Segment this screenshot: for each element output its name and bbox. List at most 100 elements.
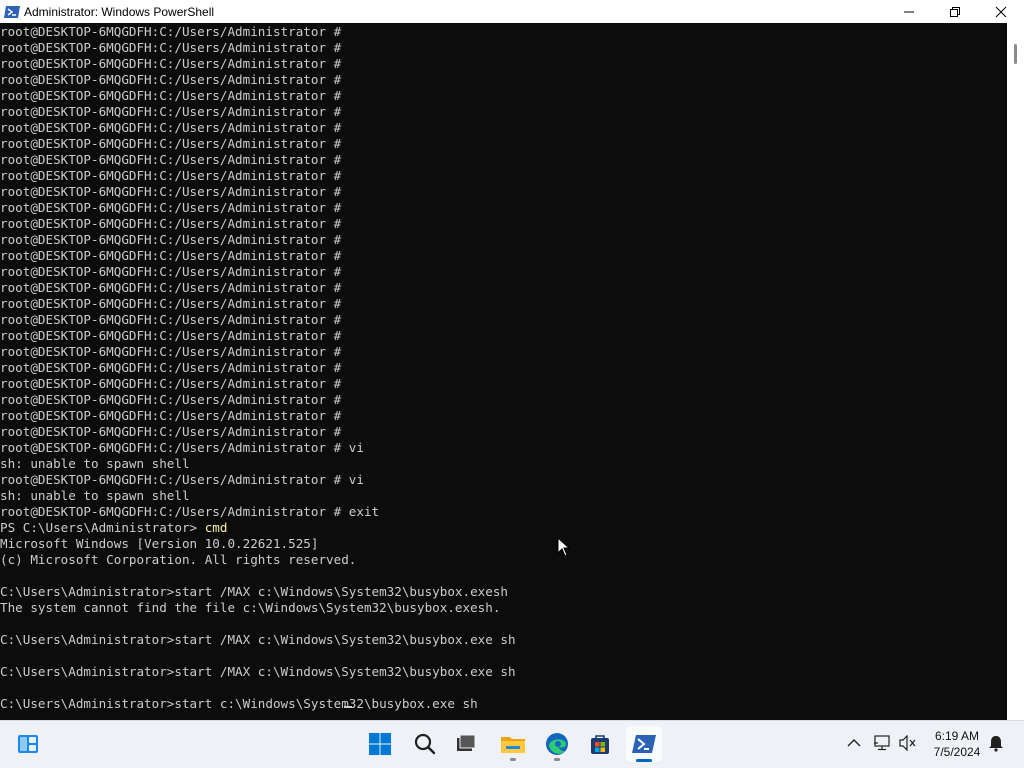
console-line: root@DESKTOP-6MQGDFH:C:/Users/Administra… <box>0 232 516 248</box>
taskbar: 6:19 AM 7/5/2024 <box>0 720 1024 768</box>
console-line-text: root@DESKTOP-6MQGDFH:C:/Users/Administra… <box>0 200 342 215</box>
console-line: root@DESKTOP-6MQGDFH:C:/Users/Administra… <box>0 408 516 424</box>
console-command-text: cmd <box>204 520 228 535</box>
console-line-text: root@DESKTOP-6MQGDFH:C:/Users/Administra… <box>0 280 342 295</box>
console-line: C:\Users\Administrator>start c:\Windows\… <box>0 696 516 712</box>
volume-button[interactable] <box>898 733 918 753</box>
console-line-text: root@DESKTOP-6MQGDFH:C:/Users/Administra… <box>0 56 342 71</box>
console-line-text: root@DESKTOP-6MQGDFH:C:/Users/Administra… <box>0 440 364 455</box>
console-line: C:\Users\Administrator>start /MAX c:\Win… <box>0 584 516 600</box>
console-area[interactable]: root@DESKTOP-6MQGDFH:C:/Users/Administra… <box>0 23 1007 720</box>
console-line-text: root@DESKTOP-6MQGDFH:C:/Users/Administra… <box>0 360 342 375</box>
restore-icon <box>950 6 960 17</box>
file-explorer-button[interactable] <box>495 726 531 762</box>
console-line: root@DESKTOP-6MQGDFH:C:/Users/Administra… <box>0 40 516 56</box>
clock-date: 7/5/2024 <box>933 745 981 759</box>
console-line: root@DESKTOP-6MQGDFH:C:/Users/Administra… <box>0 216 516 232</box>
console-line: root@DESKTOP-6MQGDFH:C:/Users/Administra… <box>0 328 516 344</box>
console-line-text: sh: unable to spawn shell <box>0 456 190 471</box>
console-line: root@DESKTOP-6MQGDFH:C:/Users/Administra… <box>0 248 516 264</box>
console-line-text: root@DESKTOP-6MQGDFH:C:/Users/Administra… <box>0 344 342 359</box>
search-button[interactable] <box>407 726 443 762</box>
network-icon <box>874 735 890 751</box>
console-line: root@DESKTOP-6MQGDFH:C:/Users/Administra… <box>0 184 516 200</box>
title-bar[interactable]: Administrator: Windows PowerShell <box>0 0 1024 23</box>
start-button[interactable] <box>362 726 398 762</box>
console-line-text: (c) Microsoft Corporation. All rights re… <box>0 552 357 567</box>
console-line: (c) Microsoft Corporation. All rights re… <box>0 552 516 568</box>
powershell-taskbar-button[interactable] <box>626 726 662 762</box>
widgets-icon <box>18 735 38 753</box>
console-line-text: root@DESKTOP-6MQGDFH:C:/Users/Administra… <box>0 392 342 407</box>
console-line-text: root@DESKTOP-6MQGDFH:C:/Users/Administra… <box>0 40 342 55</box>
task-view-button[interactable] <box>448 726 484 762</box>
console-line-text: root@DESKTOP-6MQGDFH:C:/Users/Administra… <box>0 264 342 279</box>
console-line: Microsoft Windows [Version 10.0.22621.52… <box>0 536 516 552</box>
console-line: root@DESKTOP-6MQGDFH:C:/Users/Administra… <box>0 312 516 328</box>
console-line-text: root@DESKTOP-6MQGDFH:C:/Users/Administra… <box>0 504 380 519</box>
console-line-text: root@DESKTOP-6MQGDFH:C:/Users/Administra… <box>0 216 342 231</box>
console-line: root@DESKTOP-6MQGDFH:C:/Users/Administra… <box>0 152 516 168</box>
console-line-text: PS C:\Users\Administrator> <box>0 520 205 535</box>
vertical-scrollbar[interactable] <box>1007 23 1024 720</box>
console-line-text: root@DESKTOP-6MQGDFH:C:/Users/Administra… <box>0 312 342 327</box>
console-line: root@DESKTOP-6MQGDFH:C:/Users/Administra… <box>0 440 516 456</box>
console-line: root@DESKTOP-6MQGDFH:C:/Users/Administra… <box>0 72 516 88</box>
restore-button[interactable] <box>932 0 978 23</box>
console-line: root@DESKTOP-6MQGDFH:C:/Users/Administra… <box>0 24 516 40</box>
show-hidden-icons-button[interactable] <box>844 733 864 753</box>
console-line: sh: unable to spawn shell <box>0 488 516 504</box>
clock[interactable]: 6:19 AM 7/5/2024 <box>922 728 992 760</box>
console-line: C:\Users\Administrator>start /MAX c:\Win… <box>0 664 516 680</box>
powershell-icon <box>632 735 656 753</box>
powershell-app-icon <box>4 4 20 20</box>
console-line-text: The system cannot find the file c:\Windo… <box>0 600 501 615</box>
edge-icon <box>546 733 568 755</box>
edge-button[interactable] <box>539 726 575 762</box>
console-line: root@DESKTOP-6MQGDFH:C:/Users/Administra… <box>0 120 516 136</box>
console-line-text: root@DESKTOP-6MQGDFH:C:/Users/Administra… <box>0 376 342 391</box>
console-line: root@DESKTOP-6MQGDFH:C:/Users/Administra… <box>0 104 516 120</box>
console-line-text: C:\Users\Administrator>start c:\Windows\… <box>0 696 478 711</box>
start-icon <box>369 733 391 755</box>
console-line-text: C:\Users\Administrator>start /MAX c:\Win… <box>0 584 508 599</box>
text-cursor <box>344 706 352 708</box>
volume-muted-icon <box>899 735 916 751</box>
console-line-text: root@DESKTOP-6MQGDFH:C:/Users/Administra… <box>0 232 342 247</box>
console-line: root@DESKTOP-6MQGDFH:C:/Users/Administra… <box>0 56 516 72</box>
console-line-text: root@DESKTOP-6MQGDFH:C:/Users/Administra… <box>0 24 342 39</box>
console-line-text: root@DESKTOP-6MQGDFH:C:/Users/Administra… <box>0 168 342 183</box>
task-view-icon <box>457 734 476 751</box>
running-indicator <box>554 758 560 761</box>
console-line-text: root@DESKTOP-6MQGDFH:C:/Users/Administra… <box>0 136 342 151</box>
console-line: root@DESKTOP-6MQGDFH:C:/Users/Administra… <box>0 136 516 152</box>
console-line-text: root@DESKTOP-6MQGDFH:C:/Users/Administra… <box>0 152 342 167</box>
console-line-text: root@DESKTOP-6MQGDFH:C:/Users/Administra… <box>0 296 342 311</box>
notifications-button[interactable] <box>986 733 1006 753</box>
console-line-text: root@DESKTOP-6MQGDFH:C:/Users/Administra… <box>0 424 342 439</box>
console-line: root@DESKTOP-6MQGDFH:C:/Users/Administra… <box>0 264 516 280</box>
console-line: The system cannot find the file c:\Windo… <box>0 600 516 616</box>
console-output: root@DESKTOP-6MQGDFH:C:/Users/Administra… <box>0 24 516 712</box>
console-line-text: Microsoft Windows [Version 10.0.22621.52… <box>0 536 319 551</box>
minimize-icon <box>904 11 914 12</box>
active-indicator <box>636 759 652 762</box>
network-button[interactable] <box>872 733 892 753</box>
console-line-text: C:\Users\Administrator>start /MAX c:\Win… <box>0 664 516 679</box>
console-line-text: root@DESKTOP-6MQGDFH:C:/Users/Administra… <box>0 184 342 199</box>
console-line-text: root@DESKTOP-6MQGDFH:C:/Users/Administra… <box>0 248 342 263</box>
console-line: root@DESKTOP-6MQGDFH:C:/Users/Administra… <box>0 280 516 296</box>
minimize-button[interactable] <box>886 0 932 23</box>
notification-bell-icon <box>989 736 1004 752</box>
store-button[interactable] <box>582 726 618 762</box>
console-line-text: root@DESKTOP-6MQGDFH:C:/Users/Administra… <box>0 120 342 135</box>
console-line-text: root@DESKTOP-6MQGDFH:C:/Users/Administra… <box>0 408 342 423</box>
scrollbar-thumb[interactable] <box>1014 44 1017 64</box>
widgets-button[interactable] <box>10 726 46 762</box>
console-line: root@DESKTOP-6MQGDFH:C:/Users/Administra… <box>0 376 516 392</box>
console-line: root@DESKTOP-6MQGDFH:C:/Users/Administra… <box>0 360 516 376</box>
close-button[interactable] <box>978 0 1024 23</box>
